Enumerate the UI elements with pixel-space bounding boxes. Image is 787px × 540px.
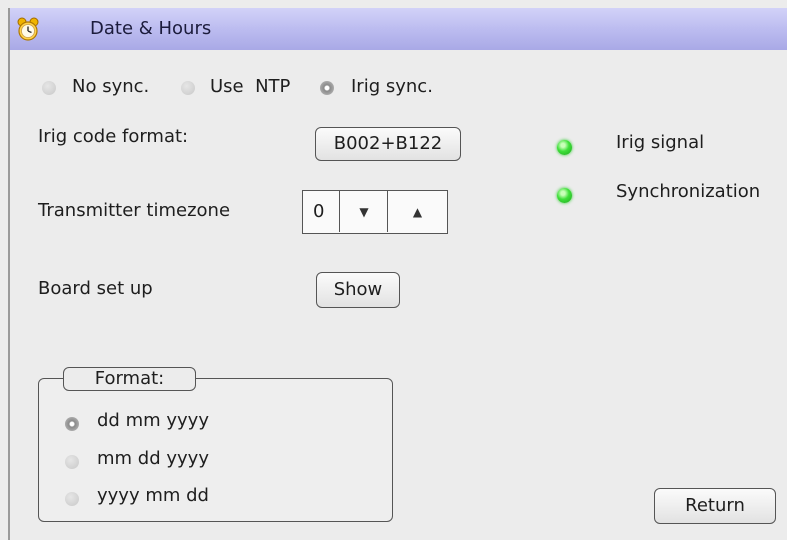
yyyy-mm-dd-radio[interactable] <box>65 492 79 506</box>
irig-signal-led <box>557 140 572 155</box>
synchronization-led <box>557 188 572 203</box>
timezone-down-button[interactable]: ▼ <box>339 191 388 232</box>
mm-dd-yyyy-radio[interactable] <box>65 455 79 469</box>
irig-code-format-label: Irig code format: <box>38 126 189 147</box>
format-group: Format: dd mm yyyy mm dd yyyy yyyy mm dd <box>38 367 393 522</box>
no-sync-radio[interactable] <box>42 81 56 95</box>
alarm-clock-icon <box>17 17 39 41</box>
irig-signal-label: Irig signal <box>616 132 705 153</box>
show-button[interactable]: Show <box>316 272 400 308</box>
use-ntp-label[interactable]: Use NTP <box>210 76 290 97</box>
mm-dd-yyyy-label[interactable]: mm dd yyyy <box>97 448 209 469</box>
board-setup-label: Board set up <box>38 278 153 299</box>
transmitter-timezone-label: Transmitter timezone <box>38 200 231 221</box>
irig-sync-radio[interactable] <box>320 81 334 95</box>
timezone-value: 0 <box>313 201 325 222</box>
format-legend: Format: <box>63 367 196 391</box>
irig-code-format-button[interactable]: B002+B122 <box>315 127 461 161</box>
irig-sync-label[interactable]: Irig sync. <box>351 76 433 97</box>
title-bar[interactable]: Date & Hours <box>10 8 787 50</box>
window-title: Date & Hours <box>90 18 212 39</box>
yyyy-mm-dd-label[interactable]: yyyy mm dd <box>97 485 209 506</box>
timezone-up-button[interactable]: ▲ <box>387 191 447 232</box>
timezone-stepper[interactable]: 0 ▼ ▲ <box>302 190 448 234</box>
triangle-down-icon: ▼ <box>359 204 369 219</box>
no-sync-label[interactable]: No sync. <box>72 76 149 97</box>
synchronization-label: Synchronization <box>616 181 761 202</box>
dd-mm-yyyy-label[interactable]: dd mm yyyy <box>97 410 209 431</box>
return-button[interactable]: Return <box>654 488 776 524</box>
date-hours-window: Date & Hours No sync. Use NTP Irig sync.… <box>8 8 787 540</box>
dd-mm-yyyy-radio[interactable] <box>65 417 79 431</box>
triangle-up-icon: ▲ <box>412 204 423 219</box>
use-ntp-radio[interactable] <box>181 81 195 95</box>
